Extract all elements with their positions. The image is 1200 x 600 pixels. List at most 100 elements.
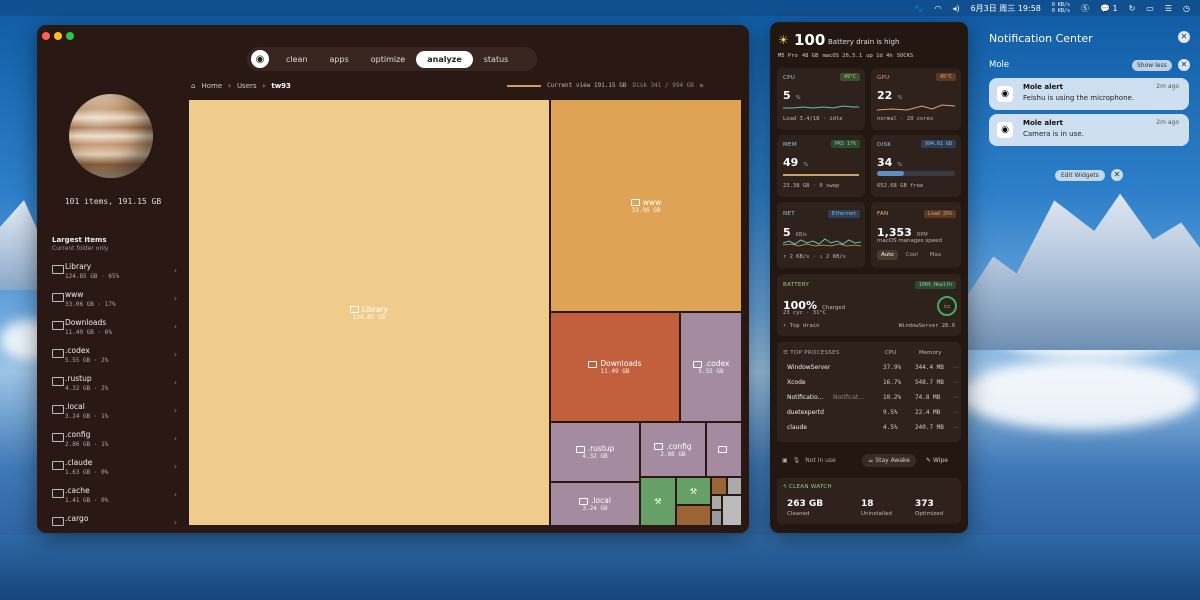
display-icon[interactable]: ▭ xyxy=(1146,4,1154,13)
treemap-tile-misc[interactable] xyxy=(711,477,727,495)
sidebar-item[interactable]: www 33.06 GB · 17% › xyxy=(49,289,177,317)
treemap-tile-misc[interactable] xyxy=(722,495,742,526)
crumb-users[interactable]: Users xyxy=(237,82,257,90)
clock-icon[interactable]: ◷ xyxy=(1183,4,1190,13)
treemap-tile-www[interactable]: www 33.06 GB xyxy=(550,99,742,312)
sidebar-item-name: .claude xyxy=(65,458,93,467)
process-row[interactable]: claude 4.5% 240.7 MB ⋯ xyxy=(787,424,965,436)
control-center-icon[interactable]: ☰ xyxy=(1165,4,1172,13)
edit-widgets-button[interactable]: Edit Widgets xyxy=(1055,170,1105,181)
disk-unit: % xyxy=(897,162,903,168)
stay-awake-button[interactable]: ☕ Stay Awake xyxy=(862,454,916,467)
sidebar-item[interactable]: .cargo › xyxy=(49,513,177,533)
sidebar-item[interactable]: .cache 1.41 GB · 0% › xyxy=(49,485,177,513)
treemap-tile-small[interactable] xyxy=(706,422,742,477)
wechat-icon[interactable]: 💬 1 xyxy=(1100,4,1118,13)
process-row[interactable]: Notificatio... Notificat... 10.2% 74.8 MB ⋯ xyxy=(787,394,965,406)
battery-card[interactable]: BATTERY 100% Health 100% Charged 23 cyc … xyxy=(777,274,961,336)
fan-card[interactable]: FAN Load 25% 1,353 RPM macOS manages spe… xyxy=(871,202,961,268)
cpu-card[interactable]: CPU 49°C 5 % Load 3.4/18 · idle xyxy=(777,68,865,130)
notification[interactable]: ◉ Mole alert Feishu is using the microph… xyxy=(989,78,1189,110)
disk-card[interactable]: DISK 994.61 GB 34 % 652.68 GB free xyxy=(871,135,961,197)
process-row[interactable]: duetexpertd 9.5% 22.4 MB ⋯ xyxy=(787,409,965,421)
zoom-button[interactable] xyxy=(66,32,74,40)
sun-icon: ☀ xyxy=(778,33,789,47)
volume-icon[interactable]: ◂) xyxy=(952,4,959,13)
sidebar-item[interactable]: .local 3.24 GB · 1% › xyxy=(49,401,177,429)
treemap-tile-misc[interactable] xyxy=(711,510,722,526)
close-button[interactable] xyxy=(42,32,50,40)
tab-analyze[interactable]: analyze xyxy=(416,50,473,68)
col-cpu: CPU xyxy=(885,350,897,356)
gpu-card[interactable]: GPU 45°C 22 % normal · 20 cores xyxy=(871,68,961,130)
close-icon[interactable]: ✕ xyxy=(1178,31,1190,43)
fan-mode-max[interactable]: Max xyxy=(926,250,945,260)
process-row[interactable]: WindowServer 37.9% 344.4 MB ⋯ xyxy=(787,364,965,376)
sidebar-item[interactable]: Downloads 11.49 GB · 6% › xyxy=(49,317,177,345)
sidebar-item[interactable]: .config 2.86 GB · 1% › xyxy=(49,429,177,457)
treemap-tile-config[interactable]: .config 2.86 GB xyxy=(640,422,706,477)
tab-status[interactable]: status xyxy=(473,51,520,68)
clean-watch-label: ϟ CLEAN WATCH xyxy=(783,484,832,490)
minimize-button[interactable] xyxy=(54,32,62,40)
treemap-tile-local[interactable]: .local 3.24 GB xyxy=(550,482,640,526)
more-icon[interactable]: ⋯ xyxy=(953,409,959,416)
treemap-tile-rustup[interactable]: .rustup 4.32 GB xyxy=(550,422,640,482)
mem-card[interactable]: MEM PRS 17% 49 % 23.38 GB · 0 swap xyxy=(777,135,865,197)
more-icon[interactable]: ⋯ xyxy=(953,424,959,431)
gpu-label: GPU xyxy=(877,75,890,81)
more-icon[interactable]: ⋯ xyxy=(953,394,959,401)
tab-optimize[interactable]: optimize xyxy=(360,51,416,68)
clear-group-icon[interactable]: ✕ xyxy=(1178,59,1190,71)
process-cpu: 16.7% xyxy=(883,379,902,386)
close-widgets-icon[interactable]: ✕ xyxy=(1111,169,1123,181)
breadcrumb: ⌂ Home › Users › tw93 xyxy=(191,82,291,90)
wipe-button[interactable]: ✎ Wipe xyxy=(922,454,952,467)
net-speed[interactable]: 0 KB/s 0 KB/s xyxy=(1052,2,1070,14)
home-icon[interactable]: ⌂ xyxy=(191,82,195,90)
status-panel: ☀ 100 Battery drain is high M5 Pro 48 GB m… xyxy=(770,22,968,533)
treemap-tile-misc[interactable] xyxy=(711,495,722,510)
notification[interactable]: ◉ Mole alert Camera is in use. 2m ago xyxy=(989,114,1189,146)
treemap-tile-cache[interactable]: ⚒ xyxy=(640,477,676,526)
crumb-home[interactable]: Home xyxy=(201,82,222,90)
sidebar-item-meta: 3.24 GB · 1% xyxy=(65,413,109,420)
net-badge: Ethernet xyxy=(827,210,860,218)
net-card[interactable]: NET Ethernet 5 KB/s ↑ 2 KB/s · ↓ 2 KB/s xyxy=(777,202,865,268)
fan-mode-cool[interactable]: Cool xyxy=(902,250,922,260)
treemap-tile-library[interactable]: Library 124.85 GB xyxy=(188,99,550,526)
treemap-tile-misc[interactable] xyxy=(727,477,742,495)
sidebar-item[interactable]: .codex 5.55 GB · 2% › xyxy=(49,345,177,373)
app-icon[interactable]: 🐾 xyxy=(913,4,923,13)
s-icon[interactable]: Ⓢ xyxy=(1081,3,1089,14)
chevron-right-icon: › xyxy=(173,406,177,415)
refresh-icon[interactable]: ↻ xyxy=(700,82,704,89)
tab-clean[interactable]: clean xyxy=(275,51,319,68)
sidebar-item[interactable]: .claude 1.63 GB · 0% › xyxy=(49,457,177,485)
clean-watch-card[interactable]: ϟ CLEAN WATCH 263 GB Cleaned 18 Uninstal… xyxy=(777,478,961,524)
more-icon[interactable]: ⋯ xyxy=(953,364,959,371)
fan-mode-auto[interactable]: Auto xyxy=(877,250,898,260)
current-view: Current view 191.15 GB xyxy=(547,82,627,89)
sidebar-item-meta: 1.63 GB · 0% xyxy=(65,469,109,476)
treemap-tile-codex[interactable]: .codex 5.55 GB xyxy=(680,312,742,422)
chevron-right-icon: › xyxy=(173,350,177,359)
treemap-tile-downloads[interactable]: Downloads 11.49 GB xyxy=(550,312,680,422)
sync-icon[interactable]: ↻ xyxy=(1129,4,1136,13)
show-less-button[interactable]: Show less xyxy=(1132,60,1172,71)
sidebar-item[interactable]: .rustup 4.32 GB · 2% › xyxy=(49,373,177,401)
gpu-temp: 45°C xyxy=(935,73,956,81)
tab-apps[interactable]: apps xyxy=(319,51,360,68)
folder-icon xyxy=(52,377,64,386)
folder-icon xyxy=(52,517,64,526)
treemap-tile-cargo[interactable]: ⚒ xyxy=(676,477,711,505)
menubar-date[interactable]: 6月3日 周三 19:58 xyxy=(971,3,1041,14)
battery-health: 100% Health xyxy=(914,281,956,289)
process-row[interactable]: Xcode 16.7% 548.7 MB ⋯ xyxy=(787,379,965,391)
folder-icon xyxy=(575,445,585,453)
wifi-icon[interactable]: ◠ xyxy=(934,4,941,13)
notification-body: Feishu is using the microphone. xyxy=(1023,94,1135,102)
sidebar-item[interactable]: Library 124.85 GB · 65% › xyxy=(49,261,177,289)
more-icon[interactable]: ⋯ xyxy=(953,379,959,386)
treemap-tile-misc[interactable] xyxy=(676,505,711,526)
